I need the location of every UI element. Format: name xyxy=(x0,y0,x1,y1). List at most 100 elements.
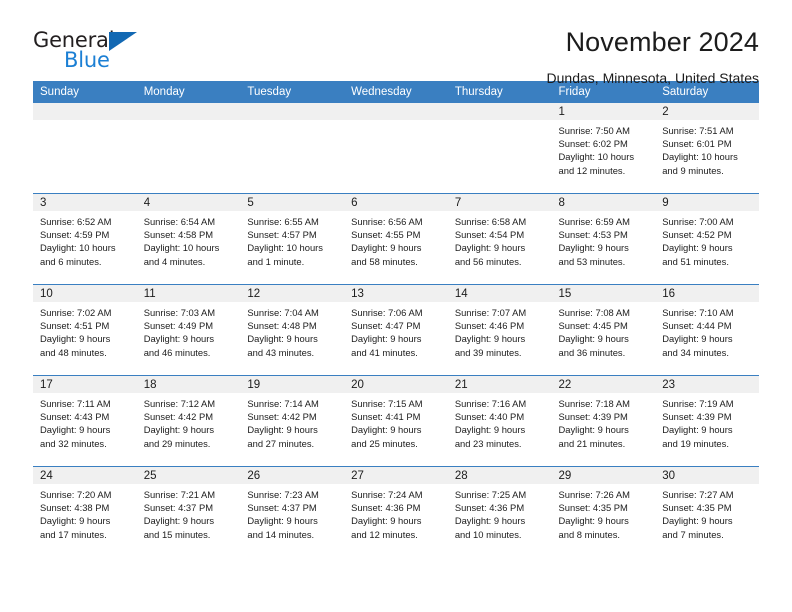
calendar-day-cell[interactable]: 21 Sunrise: 7:16 AM Sunset: 4:40 PM Dayligh… xyxy=(447,375,552,467)
calendar-day-cell[interactable]: 5 Sunrise: 6:55 AM Sunset: 4:57 PM Daylight… xyxy=(240,193,345,285)
day-number: 22 xyxy=(551,376,656,393)
calendar-day-cell[interactable]: 3 Sunrise: 6:52 AM Sunset: 4:59 PM Daylight… xyxy=(33,193,137,285)
sunrise-text: Sunrise: 7:10 AM xyxy=(662,307,734,318)
daylight-text-line1: Daylight: 9 hours xyxy=(558,515,629,527)
sunset-text: Sunset: 4:55 PM xyxy=(351,229,421,241)
daylight-text-line2: and 43 minutes. xyxy=(247,346,315,358)
day-sun-info: Sunrise: 7:10 AM Sunset: 4:44 PM Daylight:… xyxy=(655,302,759,359)
page-title: November 2024 xyxy=(565,27,759,57)
day-number: 16 xyxy=(655,285,759,302)
sunset-text: Sunset: 4:36 PM xyxy=(454,502,525,514)
calendar-day-cell[interactable]: 10 Sunrise: 7:02 AM Sunset: 4:51 PM Dayligh… xyxy=(33,284,137,376)
day-number: 20 xyxy=(344,376,448,393)
calendar-day-cell[interactable]: 28 Sunrise: 7:25 AM Sunset: 4:36 PM Dayligh… xyxy=(447,466,552,557)
daylight-text-line2: and 34 minutes. xyxy=(662,346,729,358)
calendar-day-cell[interactable]: 25 Sunrise: 7:21 AM Sunset: 4:37 PM Dayligh… xyxy=(136,466,241,557)
sunrise-text: Sunrise: 7:15 AM xyxy=(351,398,423,409)
calendar-day-cell[interactable]: 4 Sunrise: 6:54 AM Sunset: 4:58 PM Daylight… xyxy=(136,193,241,285)
day-number xyxy=(136,103,241,120)
calendar-day-cell[interactable]: 19 Sunrise: 7:14 AM Sunset: 4:42 PM Dayligh… xyxy=(240,375,345,467)
weekday-header-sunday: Sunday xyxy=(33,81,137,103)
calendar-page: General Blue November 2024 Dundas, Minne… xyxy=(0,0,792,612)
day-number: 18 xyxy=(136,376,241,393)
calendar-day-cell[interactable]: 7 Sunrise: 6:58 AM Sunset: 4:54 PM Daylight… xyxy=(447,193,552,285)
daylight-text-line2: and 17 minutes. xyxy=(40,528,107,540)
calendar-day-cell[interactable]: 15 Sunrise: 7:08 AM Sunset: 4:45 PM Dayligh… xyxy=(551,284,656,376)
day-sun-info: Sunrise: 7:02 AM Sunset: 4:51 PM Daylight:… xyxy=(33,302,137,359)
weekday-header-wednesday: Wednesday xyxy=(344,81,448,103)
calendar-day-cell[interactable]: 18 Sunrise: 7:12 AM Sunset: 4:42 PM Dayligh… xyxy=(136,375,241,467)
sunrise-text: Sunrise: 6:52 AM xyxy=(40,216,112,227)
day-number: 12 xyxy=(240,285,345,302)
calendar-table: Sunday Monday Tuesday Wednesday Thursday… xyxy=(33,81,759,557)
sunrise-text: Sunrise: 7:27 AM xyxy=(662,489,734,500)
daylight-text-line2: and 12 minutes. xyxy=(351,528,418,540)
day-number: 6 xyxy=(344,194,448,211)
daylight-text-line1: Daylight: 9 hours xyxy=(351,242,422,254)
calendar-day-cell[interactable]: 16 Sunrise: 7:10 AM Sunset: 4:44 PM Dayligh… xyxy=(655,284,759,376)
sunrise-text: Sunrise: 7:06 AM xyxy=(351,307,423,318)
day-sun-info: Sunrise: 7:25 AM Sunset: 4:36 PM Daylight:… xyxy=(448,484,552,541)
page-header: General Blue November 2024 Dundas, Minne… xyxy=(33,0,759,85)
sunset-text: Sunset: 4:39 PM xyxy=(558,411,628,423)
calendar-day-cell[interactable]: 23 Sunrise: 7:19 AM Sunset: 4:39 PM Dayligh… xyxy=(655,375,759,467)
daylight-text-line2: and 39 minutes. xyxy=(454,346,522,358)
logo-triangle-icon xyxy=(109,32,137,51)
day-sun-info: Sunrise: 7:00 AM Sunset: 4:52 PM Daylight:… xyxy=(655,211,759,268)
sunrise-text: Sunrise: 7:19 AM xyxy=(662,398,734,409)
daylight-text-line1: Daylight: 9 hours xyxy=(558,333,629,345)
daylight-text-line1: Daylight: 9 hours xyxy=(143,515,215,527)
day-number: 24 xyxy=(33,467,137,484)
day-sun-info: Sunrise: 7:21 AM Sunset: 4:37 PM Daylight:… xyxy=(137,484,241,541)
calendar-day-cell[interactable]: 12 Sunrise: 7:04 AM Sunset: 4:48 PM Dayligh… xyxy=(240,284,345,376)
sunset-text: Sunset: 4:52 PM xyxy=(662,229,732,241)
day-sun-info: Sunrise: 7:20 AM Sunset: 4:38 PM Daylight:… xyxy=(33,484,137,541)
calendar-day-cell[interactable]: 22 Sunrise: 7:18 AM Sunset: 4:39 PM Dayligh… xyxy=(551,375,656,467)
daylight-text-line1: Daylight: 9 hours xyxy=(454,242,526,254)
daylight-text-line2: and 9 minutes. xyxy=(662,164,724,176)
calendar-week-row: 3 Sunrise: 6:52 AM Sunset: 4:59 PM Daylight… xyxy=(33,193,759,285)
day-number: 13 xyxy=(344,285,448,302)
day-sun-info: Sunrise: 7:26 AM Sunset: 4:35 PM Daylight:… xyxy=(552,484,656,541)
daylight-text-line2: and 4 minutes. xyxy=(143,255,206,267)
day-sun-info: Sunrise: 6:55 AM Sunset: 4:57 PM Daylight:… xyxy=(240,211,344,268)
logo-text-blue: Blue xyxy=(64,48,110,72)
sunset-text: Sunset: 6:02 PM xyxy=(558,138,628,150)
calendar-day-cell[interactable]: 2 Sunrise: 7:51 AM Sunset: 6:01 PM Daylight… xyxy=(655,103,759,194)
calendar-day-cell[interactable]: 27 Sunrise: 7:24 AM Sunset: 4:36 PM Dayligh… xyxy=(344,466,448,557)
calendar-day-cell[interactable]: 14 Sunrise: 7:07 AM Sunset: 4:46 PM Dayligh… xyxy=(447,284,552,376)
sunset-text: Sunset: 4:37 PM xyxy=(247,502,317,514)
daylight-text-line2: and 51 minutes. xyxy=(662,255,729,267)
daylight-text-line2: and 36 minutes. xyxy=(558,346,626,358)
day-number: 7 xyxy=(447,194,552,211)
general-blue-logo[interactable]: General Blue xyxy=(33,28,148,76)
daylight-text-line2: and 25 minutes. xyxy=(351,437,418,449)
daylight-text-line2: and 8 minutes. xyxy=(558,528,621,540)
sunset-text: Sunset: 4:42 PM xyxy=(143,411,214,423)
calendar-day-cell[interactable]: 26 Sunrise: 7:23 AM Sunset: 4:37 PM Dayligh… xyxy=(240,466,345,557)
title-block: November 2024 Dundas, Minnesota, United … xyxy=(547,27,759,86)
day-number: 5 xyxy=(240,194,345,211)
calendar-day-cell[interactable]: 30 Sunrise: 7:27 AM Sunset: 4:35 PM Dayligh… xyxy=(655,466,759,557)
daylight-text-line2: and 48 minutes. xyxy=(40,346,107,358)
daylight-text-line1: Daylight: 9 hours xyxy=(454,515,526,527)
sunrise-text: Sunrise: 7:25 AM xyxy=(454,489,527,500)
calendar-day-cell[interactable]: 11 Sunrise: 7:03 AM Sunset: 4:49 PM Dayligh… xyxy=(136,284,241,376)
calendar-day-cell[interactable]: 1 Sunrise: 7:50 AM Sunset: 6:02 PM Daylight… xyxy=(551,103,656,194)
sunrise-text: Sunrise: 7:24 AM xyxy=(351,489,423,500)
calendar-day-cell[interactable]: 20 Sunrise: 7:15 AM Sunset: 4:41 PM Dayligh… xyxy=(344,375,448,467)
calendar-day-cell[interactable]: 6 Sunrise: 6:56 AM Sunset: 4:55 PM Daylight… xyxy=(344,193,448,285)
sunset-text: Sunset: 4:35 PM xyxy=(558,502,628,514)
calendar-day-cell[interactable]: 9 Sunrise: 7:00 AM Sunset: 4:52 PM Daylight… xyxy=(655,193,759,285)
daylight-text-line1: Daylight: 9 hours xyxy=(454,424,526,436)
calendar-day-cell[interactable]: 13 Sunrise: 7:06 AM Sunset: 4:47 PM Dayligh… xyxy=(344,284,448,376)
day-sun-info: Sunrise: 7:15 AM Sunset: 4:41 PM Daylight:… xyxy=(344,393,448,450)
daylight-text-line1: Daylight: 9 hours xyxy=(351,515,422,527)
daylight-text-line1: Daylight: 9 hours xyxy=(454,333,526,345)
calendar-day-cell[interactable]: 17 Sunrise: 7:11 AM Sunset: 4:43 PM Dayligh… xyxy=(33,375,137,467)
sunrise-text: Sunrise: 6:54 AM xyxy=(143,216,216,227)
daylight-text-line2: and 27 minutes. xyxy=(247,437,315,449)
calendar-day-cell[interactable]: 24 Sunrise: 7:20 AM Sunset: 4:38 PM Dayligh… xyxy=(33,466,137,557)
calendar-day-cell[interactable]: 8 Sunrise: 6:59 AM Sunset: 4:53 PM Daylight… xyxy=(551,193,656,285)
calendar-day-cell[interactable]: 29 Sunrise: 7:26 AM Sunset: 4:35 PM Dayligh… xyxy=(551,466,656,557)
